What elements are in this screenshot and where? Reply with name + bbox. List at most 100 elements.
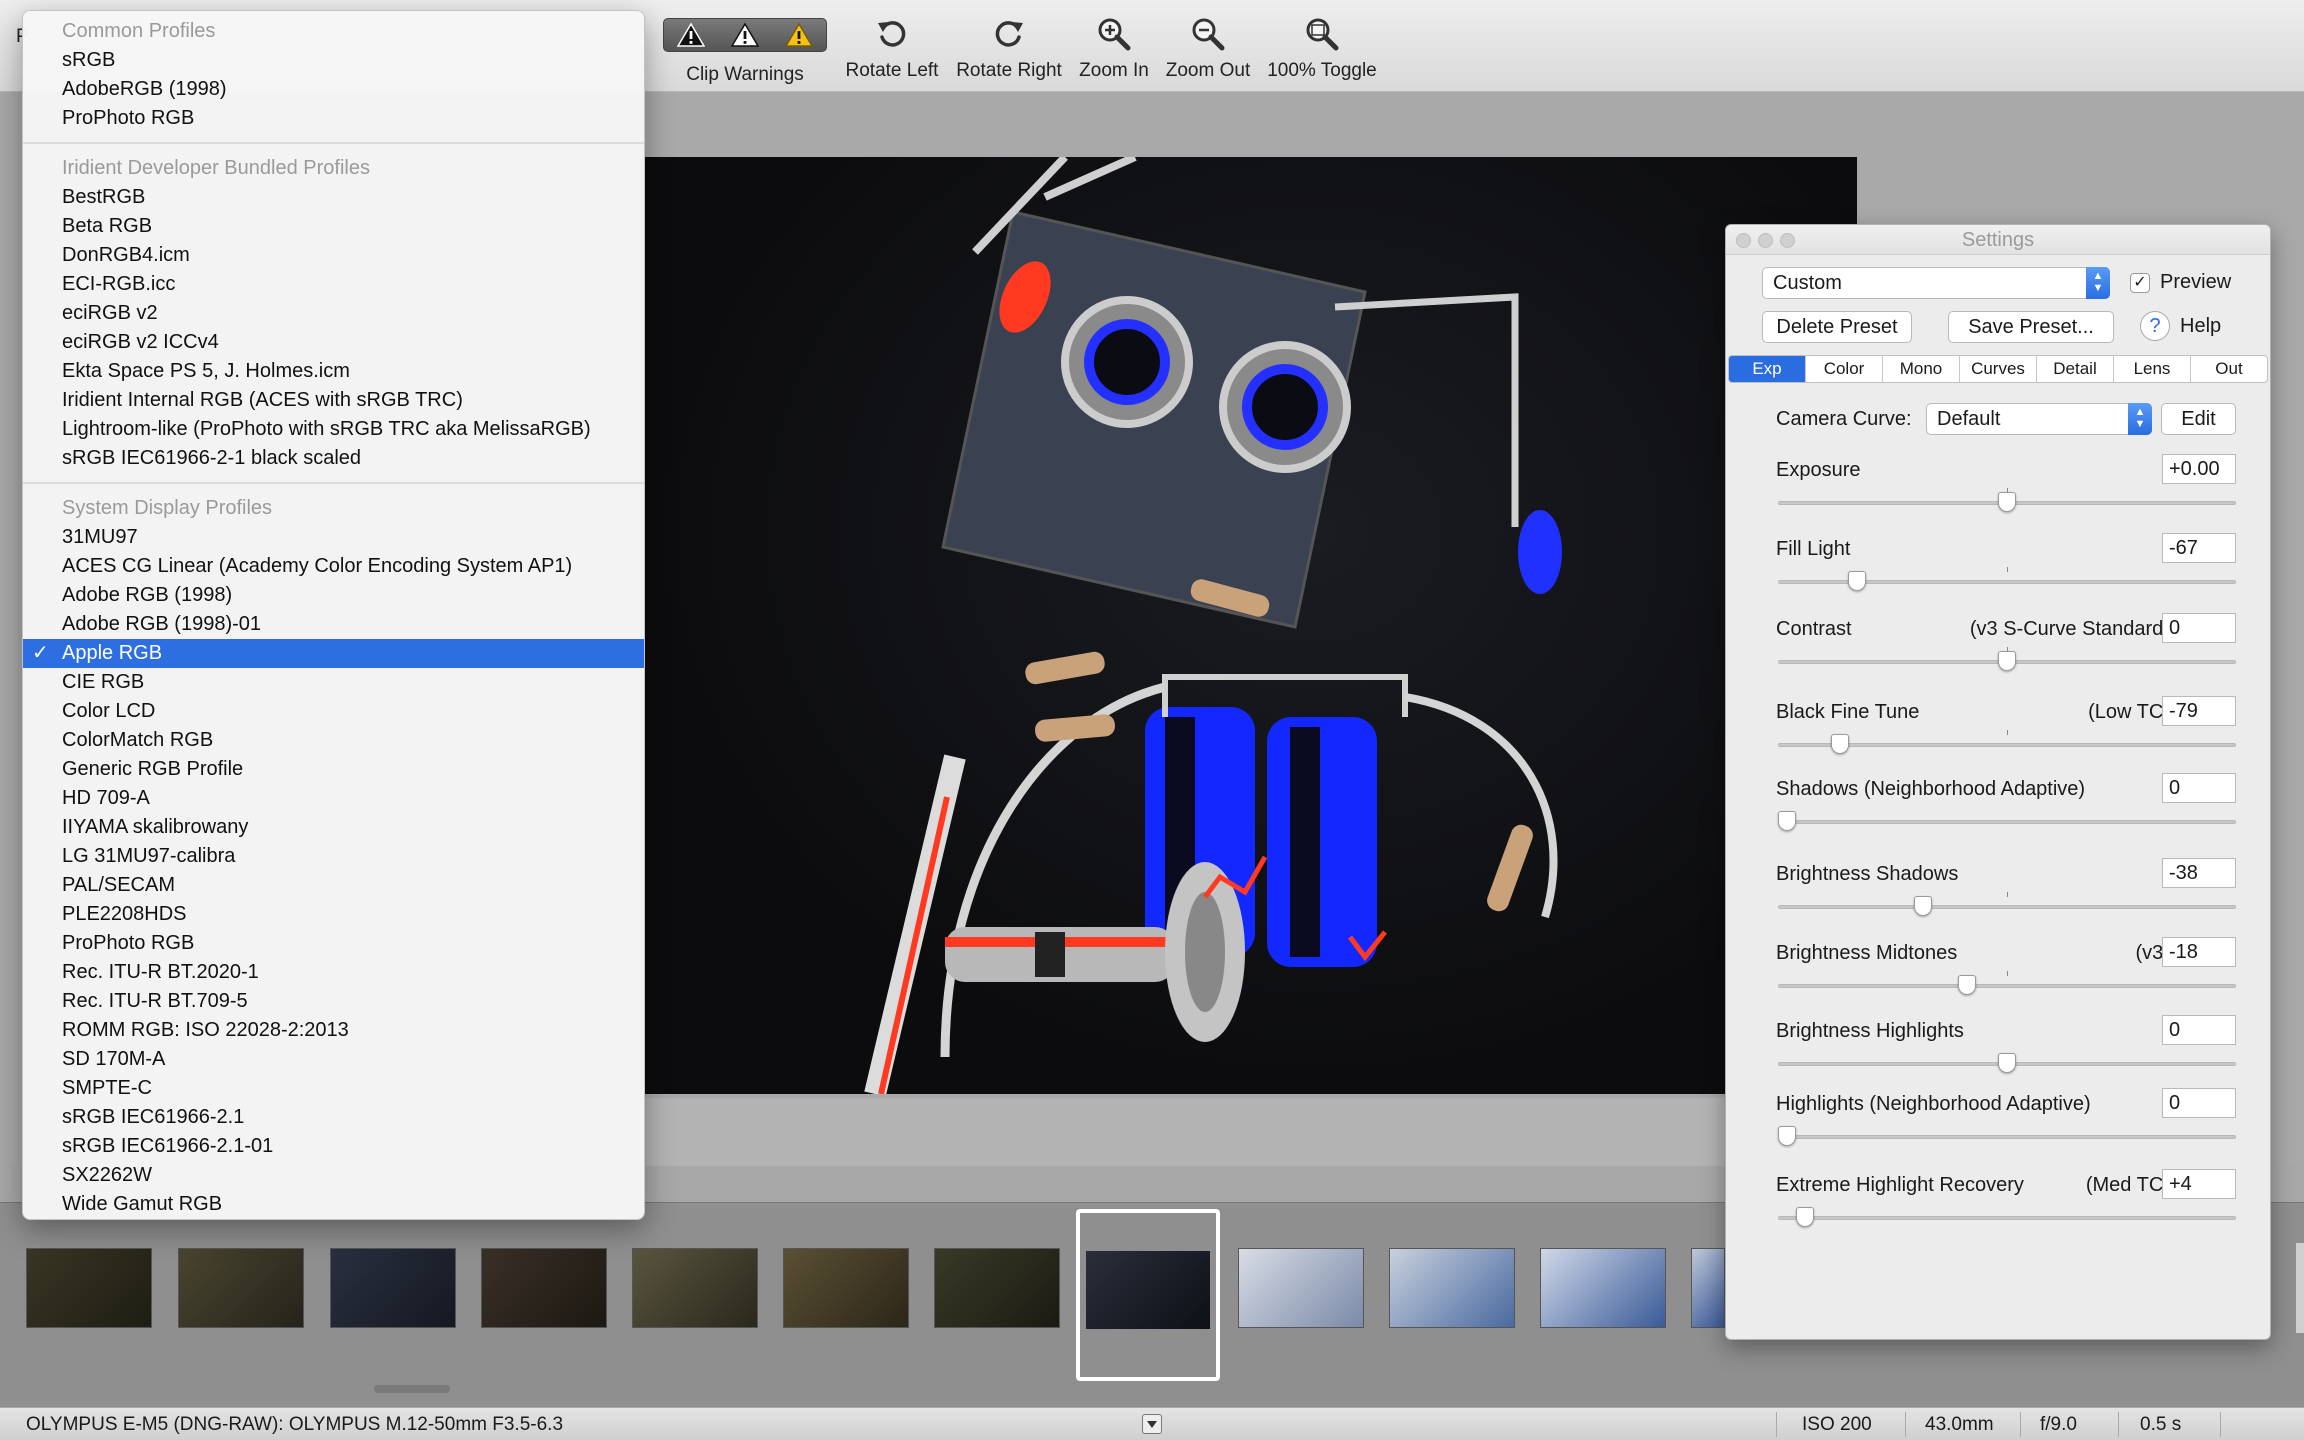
filmstrip-thumb[interactable] xyxy=(934,1248,1060,1328)
menu-item[interactable]: sRGB IEC61966-2.1-01 xyxy=(23,1132,644,1161)
tab-detail[interactable]: Detail xyxy=(2037,356,2114,382)
contrast-mode-select[interactable]: (v3 S-Curve Standard)⬍ xyxy=(1970,618,2184,641)
save-preset-button[interactable]: Save Preset... xyxy=(1948,311,2114,343)
exposure-slider-knob[interactable] xyxy=(1998,492,2016,512)
menu-item[interactable]: IIYAMA skalibrowany xyxy=(23,813,644,842)
filmstrip-thumb[interactable] xyxy=(783,1248,909,1328)
menu-item[interactable]: Wide Gamut RGB xyxy=(23,1190,644,1219)
menu-item[interactable]: Generic RGB Profile xyxy=(23,755,644,784)
menu-item[interactable]: 31MU97 xyxy=(23,523,644,552)
menu-item[interactable]: DonRGB4.icm xyxy=(23,241,644,270)
brightness-shadows-slider[interactable] xyxy=(1778,892,2236,916)
filmstrip-thumb[interactable] xyxy=(632,1248,758,1328)
highlights-neighborhood-adaptive-slider-knob[interactable] xyxy=(1778,1126,1796,1146)
help-button[interactable]: ? xyxy=(2140,311,2170,341)
black-fine-tune-slider[interactable] xyxy=(1778,730,2236,754)
filmstrip-thumb[interactable] xyxy=(178,1248,304,1328)
menu-item[interactable]: SX2262W xyxy=(23,1161,644,1190)
delete-preset-button[interactable]: Delete Preset xyxy=(1762,311,1912,343)
menu-item[interactable]: PAL/SECAM xyxy=(23,871,644,900)
camera-curve-select[interactable]: Default ▲ ▼ xyxy=(1926,403,2152,435)
tab-exp[interactable]: Exp xyxy=(1729,356,1806,382)
menu-item[interactable]: Rec. ITU-R BT.2020-1 xyxy=(23,958,644,987)
window-zoom-button[interactable] xyxy=(1780,233,1795,248)
brightness-highlights-slider-knob[interactable] xyxy=(1998,1053,2016,1073)
brightness-midtones-slider[interactable] xyxy=(1778,971,2236,995)
preview-checkbox[interactable]: ✓ xyxy=(2130,273,2150,293)
menu-item[interactable]: LG 31MU97-calibra xyxy=(23,842,644,871)
filmstrip-thumb[interactable] xyxy=(1691,1248,1725,1328)
black-fine-tune-slider-knob[interactable] xyxy=(1830,734,1849,754)
brightness-shadows-value-field[interactable]: -38 xyxy=(2162,858,2236,888)
preset-select[interactable]: Custom ▲ ▼ xyxy=(1762,267,2110,299)
rotate-right-button[interactable]: Rotate Right xyxy=(952,14,1066,82)
color-profile-menu[interactable]: Common Profiles sRGB AdobeRGB (1998) ProPho… xyxy=(22,10,645,1220)
menu-item[interactable]: eciRGB v2 xyxy=(23,299,644,328)
filmstrip-thumb[interactable] xyxy=(1389,1248,1515,1328)
brightness-midtones-value-field[interactable]: -18 xyxy=(2162,937,2236,967)
brightness-highlights-slider[interactable] xyxy=(1778,1053,2236,1073)
menu-item[interactable]: sRGB IEC61966-2-1 black scaled xyxy=(23,444,644,473)
menu-item[interactable]: BestRGB xyxy=(23,183,644,212)
preview-image[interactable] xyxy=(645,157,1857,1094)
fill-light-value-field[interactable]: -67 xyxy=(2162,533,2236,563)
filmstrip-scroll-handle[interactable] xyxy=(374,1385,450,1393)
tab-lens[interactable]: Lens xyxy=(2114,356,2191,382)
menu-item[interactable]: Lightroom-like (ProPhoto with sRGB TRC a… xyxy=(23,415,644,444)
window-minimize-button[interactable] xyxy=(1758,233,1773,248)
filmstrip-thumb[interactable] xyxy=(26,1248,152,1328)
clip-warnings-icons[interactable] xyxy=(663,18,827,52)
zoom-out-button[interactable]: Zoom Out xyxy=(1162,14,1254,82)
menu-item[interactable]: Color LCD xyxy=(23,697,644,726)
menu-item[interactable]: sRGB IEC61966-2.1 xyxy=(23,1103,644,1132)
tab-color[interactable]: Color xyxy=(1806,356,1883,382)
menu-item[interactable]: Adobe RGB (1998)-01 xyxy=(23,610,644,639)
highlights-neighborhood-adaptive-value-field[interactable]: 0 xyxy=(2162,1088,2236,1118)
filmstrip-thumb-selected[interactable] xyxy=(1076,1209,1220,1381)
contrast-slider[interactable] xyxy=(1778,647,2236,671)
menu-item[interactable]: ProPhoto RGB xyxy=(23,929,644,958)
menu-item[interactable]: ROMM RGB: ISO 22028-2:2013 xyxy=(23,1016,644,1045)
exposure-slider[interactable] xyxy=(1778,488,2236,512)
menu-item[interactable]: ColorMatch RGB xyxy=(23,726,644,755)
menu-item[interactable]: Iridient Internal RGB (ACES with sRGB TR… xyxy=(23,386,644,415)
menu-item[interactable]: ECI-RGB.icc xyxy=(23,270,644,299)
tab-out[interactable]: Out xyxy=(2191,356,2267,382)
brightness-midtones-slider-knob[interactable] xyxy=(1958,975,1977,995)
camera-curve-edit-button[interactable]: Edit xyxy=(2161,403,2236,435)
filmstrip-thumb[interactable] xyxy=(330,1248,456,1328)
toggle-100-button[interactable]: 100% Toggle xyxy=(1262,14,1382,82)
filmstrip-thumb[interactable] xyxy=(1238,1248,1364,1328)
menu-item[interactable]: sRGB xyxy=(23,46,644,75)
fill-light-slider-knob[interactable] xyxy=(1848,571,1867,591)
black-fine-tune-value-field[interactable]: -79 xyxy=(2162,696,2236,726)
menu-item[interactable]: Ekta Space PS 5, J. Holmes.icm xyxy=(23,357,644,386)
menu-item[interactable]: HD 709-A xyxy=(23,784,644,813)
menu-item[interactable]: ACES CG Linear (Academy Color Encoding S… xyxy=(23,552,644,581)
menu-item[interactable]: SD 170M-A xyxy=(23,1045,644,1074)
contrast-value-field[interactable]: 0 xyxy=(2162,613,2236,643)
contrast-slider-knob[interactable] xyxy=(1998,651,2016,671)
brightness-highlights-value-field[interactable]: 0 xyxy=(2162,1015,2236,1045)
menu-item[interactable]: Adobe RGB (1998) xyxy=(23,581,644,610)
menu-item[interactable]: PLE2208HDS xyxy=(23,900,644,929)
menu-item[interactable]: AdobeRGB (1998) xyxy=(23,75,644,104)
brightness-shadows-slider-knob[interactable] xyxy=(1914,896,1933,916)
shadows-neighborhood-adaptive-slider[interactable] xyxy=(1778,811,2236,831)
tab-mono[interactable]: Mono xyxy=(1883,356,1960,382)
filmstrip-thumb[interactable] xyxy=(481,1248,607,1328)
status-menu-button[interactable] xyxy=(1142,1414,1162,1434)
shadows-neighborhood-adaptive-slider-knob[interactable] xyxy=(1778,811,1796,831)
tab-curves[interactable]: Curves xyxy=(1960,356,2037,382)
exposure-value-field[interactable]: +0.00 xyxy=(2162,454,2236,484)
rotate-left-button[interactable]: Rotate Left xyxy=(840,14,944,82)
highlights-neighborhood-adaptive-slider[interactable] xyxy=(1778,1126,2236,1146)
menu-item[interactable]: Beta RGB xyxy=(23,212,644,241)
extreme-highlight-recovery-value-field[interactable]: +4 xyxy=(2162,1169,2236,1199)
extreme-highlight-recovery-slider[interactable] xyxy=(1778,1207,2236,1227)
menu-item[interactable]: CIE RGB xyxy=(23,668,644,697)
menu-item[interactable]: ProPhoto RGB xyxy=(23,104,644,133)
extreme-highlight-recovery-slider-knob[interactable] xyxy=(1795,1207,1814,1227)
shadows-neighborhood-adaptive-value-field[interactable]: 0 xyxy=(2162,773,2236,803)
settings-titlebar[interactable]: Settings xyxy=(1726,225,2270,255)
